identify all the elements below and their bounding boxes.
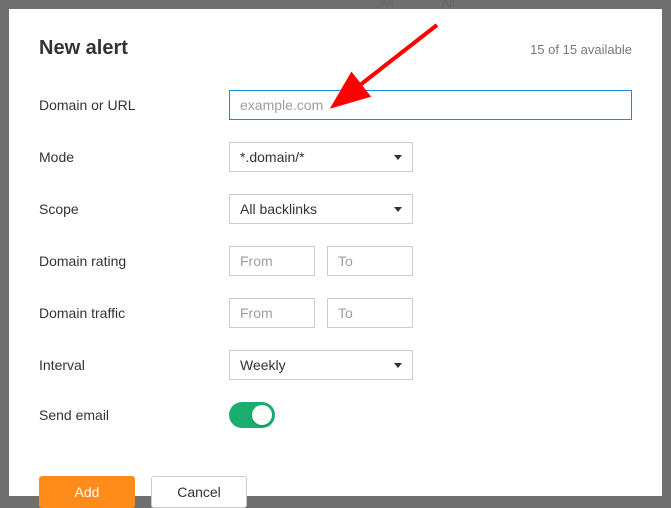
mode-label: Mode bbox=[39, 149, 229, 165]
chevron-down-icon bbox=[394, 155, 402, 160]
rating-from-input[interactable] bbox=[229, 246, 315, 276]
row-mode: Mode *.domain/* bbox=[39, 142, 632, 172]
interval-select[interactable]: Weekly bbox=[229, 350, 413, 380]
rating-label: Domain rating bbox=[39, 253, 229, 269]
traffic-range bbox=[229, 298, 413, 328]
row-interval: Interval Weekly bbox=[39, 350, 632, 380]
rating-to-input[interactable] bbox=[327, 246, 413, 276]
toggle-knob bbox=[252, 405, 272, 425]
chevron-down-icon bbox=[394, 207, 402, 212]
interval-label: Interval bbox=[39, 357, 229, 373]
domain-label: Domain or URL bbox=[39, 97, 229, 113]
modal-header: New alert 15 of 15 available bbox=[39, 37, 632, 60]
new-alert-modal: New alert 15 of 15 available Domain or U… bbox=[9, 9, 662, 496]
traffic-label: Domain traffic bbox=[39, 305, 229, 321]
domain-input[interactable] bbox=[229, 90, 632, 120]
add-button[interactable]: Add bbox=[39, 476, 135, 508]
send-email-label: Send email bbox=[39, 407, 229, 423]
scope-select[interactable]: All backlinks bbox=[229, 194, 413, 224]
rating-range bbox=[229, 246, 413, 276]
row-domain-rating: Domain rating bbox=[39, 246, 632, 276]
mode-select-value: *.domain/* bbox=[240, 149, 305, 165]
available-count: 15 of 15 available bbox=[530, 42, 632, 57]
interval-select-value: Weekly bbox=[240, 357, 286, 373]
scope-select-value: All backlinks bbox=[240, 201, 317, 217]
row-domain-traffic: Domain traffic bbox=[39, 298, 632, 328]
row-scope: Scope All backlinks bbox=[39, 194, 632, 224]
send-email-toggle[interactable] bbox=[229, 402, 275, 428]
mode-select[interactable]: *.domain/* bbox=[229, 142, 413, 172]
cancel-button[interactable]: Cancel bbox=[151, 476, 247, 508]
traffic-from-input[interactable] bbox=[229, 298, 315, 328]
modal-title: New alert bbox=[39, 37, 128, 60]
scope-label: Scope bbox=[39, 201, 229, 217]
traffic-to-input[interactable] bbox=[327, 298, 413, 328]
chevron-down-icon bbox=[394, 363, 402, 368]
row-send-email: Send email bbox=[39, 402, 632, 428]
row-domain: Domain or URL bbox=[39, 90, 632, 120]
modal-footer: Add Cancel bbox=[39, 476, 632, 508]
